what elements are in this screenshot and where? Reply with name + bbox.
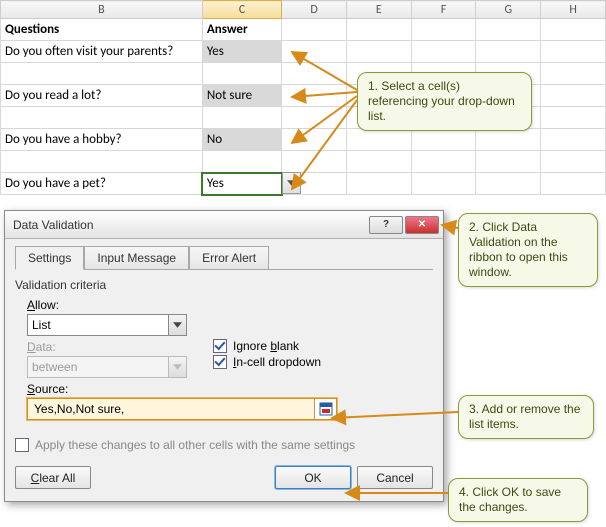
ok-button[interactable]: OK [275,466,351,489]
cell[interactable] [202,107,281,129]
cell[interactable] [346,173,411,195]
dropdown-button[interactable] [282,172,301,194]
answer-cell-active[interactable]: Yes [202,173,281,195]
cell[interactable] [1,63,203,85]
cell[interactable] [541,107,606,129]
allow-combo[interactable]: List [27,314,187,336]
range-picker-button[interactable] [314,399,336,419]
cell[interactable] [411,151,476,173]
cell[interactable] [282,107,347,129]
answer-cell[interactable]: Yes [202,41,281,63]
cell[interactable] [411,19,476,41]
source-input-wrap [27,398,337,420]
column-header-row: B C D E F G H [1,1,606,19]
question-cell[interactable]: Do you often visit your parents? [1,41,203,63]
range-picker-icon [319,402,333,416]
col-header-B[interactable]: B [1,1,203,19]
apply-to-other-cells-label: Apply these changes to all other cells w… [35,438,355,452]
question-cell[interactable]: Do you read a lot? [1,85,203,107]
cell[interactable] [282,151,347,173]
source-label: Source: [27,382,433,396]
col-header-C[interactable]: C [202,1,281,19]
ignore-blank-checkbox[interactable] [213,339,227,353]
cell[interactable] [541,41,606,63]
validation-criteria-label: Validation criteria [15,278,433,292]
allow-value: List [28,315,168,335]
data-value: between [28,357,168,377]
ignore-blank-label: Ignore blank [233,339,299,353]
callout-2: 2. Click Data Validation on the ribbon t… [458,213,598,287]
cell[interactable] [346,151,411,173]
cell[interactable] [411,129,476,151]
cell[interactable] [282,63,347,85]
col-header-H[interactable]: H [541,1,606,19]
cell[interactable] [202,63,281,85]
data-combo: between [27,356,187,378]
cell[interactable] [476,19,541,41]
source-input[interactable] [28,399,314,419]
apply-to-other-cells-checkbox[interactable] [15,438,29,452]
question-cell[interactable]: Do you have a pet? [1,173,203,195]
answer-cell[interactable]: No [202,129,281,151]
cell[interactable] [346,19,411,41]
header-answer[interactable]: Answer [202,19,281,41]
cell[interactable] [411,173,476,195]
cell[interactable] [282,129,347,151]
cell[interactable] [1,107,203,129]
cell[interactable] [541,129,606,151]
allow-combo-button[interactable] [168,315,186,335]
in-cell-dropdown-checkbox[interactable] [213,355,227,369]
answer-value: Yes [207,176,224,191]
question-cell[interactable]: Do you have a hobby? [1,129,203,151]
cell[interactable] [282,19,347,41]
cell[interactable] [541,19,606,41]
cell[interactable] [476,151,541,173]
cell[interactable] [541,151,606,173]
chevron-down-icon [173,322,182,328]
allow-label: Allow: [27,298,433,312]
col-header-F[interactable]: F [411,1,476,19]
answer-cell[interactable]: Not sure [202,85,281,107]
cell[interactable] [282,41,347,63]
cell[interactable] [346,129,411,151]
data-combo-button [168,357,186,377]
cell[interactable] [476,41,541,63]
chevron-down-icon [287,180,296,186]
cancel-button[interactable]: Cancel [357,466,433,489]
cell[interactable] [282,85,347,107]
tab-input-message[interactable]: Input Message [84,246,189,270]
dialog-tabs: Settings Input Message Error Alert [15,245,433,270]
dialog-title: Data Validation [13,218,94,232]
cell[interactable] [411,41,476,63]
callout-1: 1. Select a cell(s) referencing your dro… [357,72,532,131]
data-validation-dialog: Data Validation ? ✕ Settings Input Messa… [4,210,444,502]
col-header-D[interactable]: D [282,1,347,19]
cell[interactable] [476,173,541,195]
tab-settings[interactable]: Settings [15,246,84,270]
cell[interactable] [202,151,281,173]
cell[interactable] [541,85,606,107]
callout-3: 3. Add or remove the list items. [458,395,594,439]
header-questions[interactable]: Questions [1,19,203,41]
col-header-G[interactable]: G [476,1,541,19]
help-button[interactable]: ? [369,216,403,234]
clear-all-button[interactable]: Clear All [15,466,91,489]
chevron-down-icon [173,364,182,370]
cell[interactable] [541,173,606,195]
dialog-titlebar[interactable]: Data Validation ? ✕ [5,211,443,239]
cell[interactable] [346,41,411,63]
in-cell-dropdown-label: In-cell dropdown [233,355,321,369]
cell[interactable] [541,63,606,85]
cell[interactable] [1,151,203,173]
close-button[interactable]: ✕ [405,216,439,234]
tab-error-alert[interactable]: Error Alert [189,246,269,270]
cell[interactable] [476,129,541,151]
col-header-E[interactable]: E [346,1,411,19]
callout-4: 4. Click OK to save the changes. [448,478,588,522]
